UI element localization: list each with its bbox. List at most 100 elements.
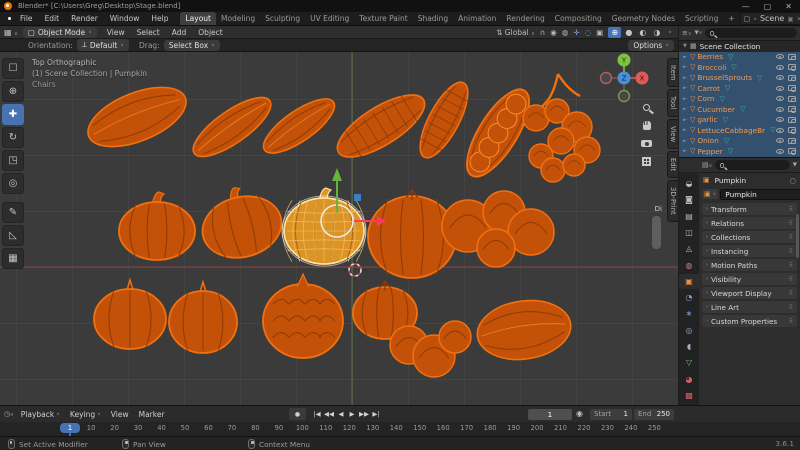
workspace-tab-rendering[interactable]: Rendering [501, 12, 549, 25]
tool-select-box[interactable]: ☐ [2, 58, 24, 79]
properties-tab-object-data[interactable]: ▽ [679, 355, 699, 370]
properties-scrollbar[interactable] [796, 214, 799, 258]
properties-search[interactable] [715, 160, 789, 170]
shading-rendered-button[interactable]: ◑ [650, 27, 663, 38]
expand-icon[interactable]: ► [683, 117, 690, 123]
timeline-menu-playback[interactable]: Playback∨ [16, 409, 65, 420]
outliner-row-corn[interactable]: ►▽Corn▽ [679, 94, 800, 105]
expand-icon[interactable]: ► [683, 64, 690, 70]
outliner-row-pepper[interactable]: ►▽Pepper▽ [679, 146, 800, 157]
orthographic-grid-button[interactable] [639, 154, 654, 169]
workspace-tab-compositing[interactable]: Compositing [550, 12, 607, 25]
workspace-tab-modeling[interactable]: Modeling [216, 12, 260, 25]
object-corn[interactable] [329, 83, 434, 168]
shading-wireframe-button[interactable]: ⊕ [608, 27, 621, 38]
section-relations[interactable]: ›Relations⠿ [702, 217, 797, 229]
section-collections[interactable]: ›Collections⠿ [702, 231, 797, 243]
sidebar-tab-3d-print[interactable]: 3D-Print [667, 180, 678, 222]
object-melon[interactable] [194, 179, 289, 266]
object-brussel-sprouts[interactable] [390, 321, 471, 377]
sidebar-tab-tool[interactable]: Tool [667, 89, 678, 116]
object-cucumber[interactable] [411, 76, 477, 164]
object-zucchini-left[interactable] [185, 88, 279, 167]
pan-hand-button[interactable] [639, 118, 654, 133]
auto-keying-icon[interactable]: ◉ [576, 409, 583, 418]
render-visibility-icon[interactable] [788, 106, 796, 112]
sidebar-tab-item[interactable]: Item [667, 58, 678, 87]
viewport-menu-object[interactable]: Object [192, 26, 228, 39]
expand-icon[interactable]: ► [683, 54, 690, 60]
section-custom-properties[interactable]: ›Custom Properties⠿ [702, 315, 797, 327]
object-name-field[interactable] [720, 189, 800, 200]
workspace-tab-shading[interactable]: Shading [413, 12, 453, 25]
expand-icon[interactable]: ► [683, 85, 690, 91]
timeline-editor-icon[interactable]: ◷∨ [4, 410, 14, 418]
outliner-search[interactable] [705, 28, 797, 38]
camera-view-button[interactable] [639, 136, 654, 151]
menu-edit[interactable]: Edit [39, 12, 66, 25]
jump-to-end-button[interactable]: ▶| [371, 408, 381, 420]
record-button[interactable]: ● [289, 408, 306, 420]
outliner-row-berries[interactable]: ►▽Berries▽ [679, 52, 800, 63]
render-visibility-icon[interactable] [788, 54, 796, 60]
options-dropdown[interactable]: Options ∨ [628, 40, 674, 51]
properties-tab-view-layer[interactable]: ◫ [679, 225, 699, 240]
outliner-filter-icon[interactable]: ▼∨ [695, 30, 703, 36]
outliner-editor-icon[interactable]: ≡∨ [682, 29, 692, 37]
frame-end-field[interactable]: End250 [634, 409, 674, 420]
snapping-magnet-icon[interactable]: ∩ [540, 28, 546, 37]
hide-eye-icon[interactable] [776, 86, 784, 91]
outliner-row-brusselsprouts[interactable]: ►▽BrusselSprouts▽ [679, 73, 800, 84]
render-visibility-icon[interactable] [788, 138, 796, 144]
object-onion[interactable] [94, 280, 166, 349]
prev-keyframe-button[interactable]: ◀◀ [323, 408, 335, 420]
object-artichoke[interactable] [263, 274, 343, 358]
id-type-dropdown[interactable]: ▣∨ [702, 189, 718, 199]
minimize-button[interactable]: — [742, 2, 750, 11]
render-visibility-icon[interactable] [788, 117, 796, 123]
properties-tab-output[interactable]: ▤ [679, 209, 699, 224]
section-line-art[interactable]: ›Line Art⠿ [702, 301, 797, 313]
section-viewport-display[interactable]: ›Viewport Display⠿ [702, 287, 797, 299]
pin-icon[interactable]: ○ [790, 176, 796, 185]
menu-file[interactable]: File [14, 12, 39, 25]
mode-dropdown[interactable]: ▢ Object Mode ∨ [23, 27, 97, 38]
tool-measure[interactable]: ◺ [2, 225, 24, 246]
shading-material-preview-button[interactable]: ◐ [636, 27, 649, 38]
hide-eye-icon[interactable] [776, 107, 784, 112]
hide-eye-icon[interactable] [776, 117, 784, 122]
outliner-row-cucumber[interactable]: ►▽Cucumber▽ [679, 104, 800, 115]
tool-rotate[interactable]: ↻ [2, 127, 24, 148]
expand-icon[interactable]: ► [683, 127, 690, 133]
sidebar-tab-edit[interactable]: Edit [667, 151, 678, 178]
render-visibility-icon[interactable] [788, 64, 796, 70]
properties-tab-constraints[interactable]: ◖ [679, 339, 699, 354]
gizmos-icon[interactable]: ✛ [573, 28, 579, 37]
unlink-scene-icon[interactable]: ✕ [797, 15, 800, 23]
render-visibility-icon[interactable] [788, 96, 796, 102]
workspace-tab-geometry-nodes[interactable]: Geometry Nodes [607, 12, 680, 25]
render-visibility-icon[interactable] [788, 85, 796, 91]
editor-type-icon[interactable]: ▦ ∨ [4, 28, 18, 37]
properties-editor-icon[interactable]: ▤∨ [702, 161, 712, 169]
object-cauliflower[interactable] [442, 191, 554, 267]
properties-tab-modifiers[interactable]: ◔ [679, 290, 699, 305]
add-workspace-button[interactable]: + [723, 12, 739, 25]
properties-tab-world[interactable]: ◍ [679, 258, 699, 273]
object-pumpkin[interactable] [282, 188, 366, 266]
hide-eye-icon[interactable] [776, 149, 784, 154]
render-visibility-icon[interactable] [788, 75, 796, 81]
scene-selector[interactable]: ▢ ∨ Scene ▣ ✕ [740, 12, 800, 25]
workspace-tab-texture-paint[interactable]: Texture Paint [354, 12, 412, 25]
tool-scale[interactable]: ◳ [2, 150, 24, 171]
expand-icon[interactable]: ► [683, 96, 690, 102]
tool-add-cube[interactable]: ▦ [2, 248, 24, 269]
hide-eye-icon[interactable] [776, 96, 784, 101]
drag-dropdown[interactable]: Select Box ∨ [164, 40, 220, 51]
outliner-row-garlic[interactable]: ►▽garlic▽ [679, 115, 800, 126]
outliner-row-carrot[interactable]: ►▽Carrot▽ [679, 83, 800, 94]
workspace-tab-uv-editing[interactable]: UV Editing [305, 12, 354, 25]
new-scene-icon[interactable]: ▣ [787, 15, 793, 23]
object-pumpkin-small[interactable] [119, 192, 195, 260]
workspace-tab-scripting[interactable]: Scripting [680, 12, 723, 25]
